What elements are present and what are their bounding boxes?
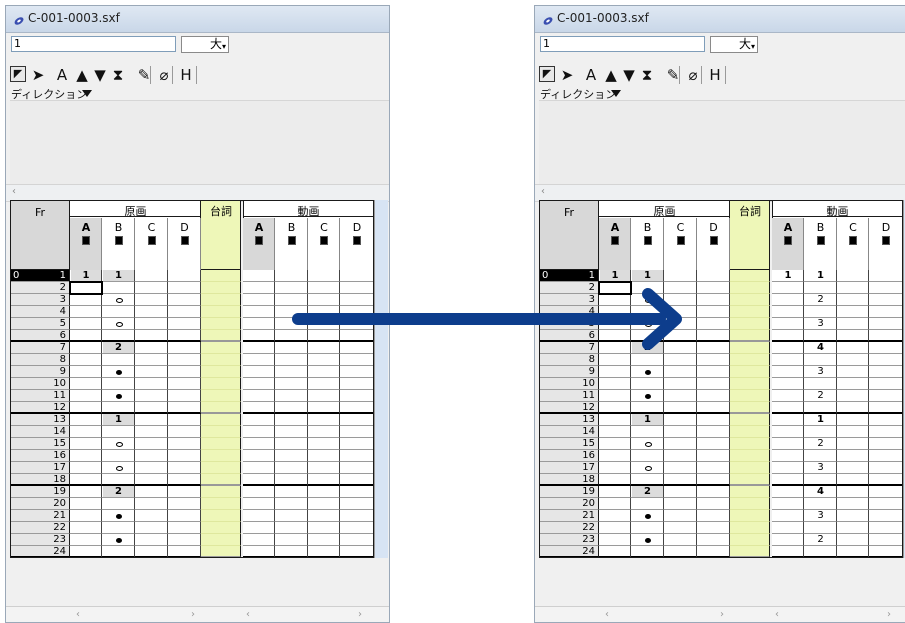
scroll-left-icon[interactable]: ‹ [605,609,609,620]
arrow-tool-icon[interactable]: ➤ [30,66,46,84]
grid-border [10,200,374,558]
scroll-left-icon[interactable]: ‹ [541,186,545,197]
window-title: C-001-0003.sxf [28,11,120,25]
document-icon [541,12,555,26]
hold-tool-icon[interactable]: H [178,66,194,84]
scroll-right-icon[interactable]: › [358,609,362,620]
eraser-icon[interactable]: ⌀ [156,66,172,84]
title-bar: C-001-0003.sxf [535,6,905,33]
down-tool-icon[interactable]: ▼ [92,66,108,84]
hold-tool-icon[interactable]: H [707,66,723,84]
toolbar-divider [725,66,726,84]
frame-number-input[interactable]: 1 [11,36,176,52]
size-dropdown[interactable]: 大 ▾ [181,36,229,53]
direction-toggle-icon[interactable] [82,90,92,97]
select-icon[interactable]: ◤ [10,66,26,82]
hourglass-tool-icon[interactable]: ⧗ [110,66,126,84]
direction-toggle-icon[interactable] [611,90,621,97]
sheet-horizontal-scrollbar[interactable]: ‹ › ‹ › [6,606,389,622]
toolbar-divider [701,66,702,84]
document-icon [12,12,26,26]
sheet-horizontal-scrollbar[interactable]: ‹ › ‹ › [535,606,905,622]
size-dropdown[interactable]: 大 ▾ [710,36,758,53]
pencil-icon[interactable]: ✎ [665,66,681,84]
direction-notes-area[interactable] [10,100,389,185]
scroll-right-icon[interactable]: › [720,609,724,620]
up-tool-icon[interactable]: ▲ [74,66,90,84]
chevron-down-icon: ▾ [221,42,226,51]
text-tool-icon[interactable]: A [54,66,70,84]
text-tool-icon[interactable]: A [583,66,599,84]
arrow-tool-icon[interactable]: ➤ [559,66,575,84]
chevron-down-icon: ▾ [750,42,755,51]
title-bar: C-001-0003.sxf [6,6,389,33]
scroll-left-icon[interactable]: ‹ [12,186,16,197]
grid-border [539,200,903,558]
scroll-left-icon[interactable]: ‹ [246,609,250,620]
timesheet-window-before: C-001-0003.sxf 1 大 ▾ ◤ ➤ A ▲ ▼ ⧗ ✎ ⌀ H ディレクション ‹ Fr 原画 台詞… [5,5,390,623]
eraser-icon[interactable]: ⌀ [685,66,701,84]
timesheet-window-after: C-001-0003.sxf 1 大 ▾ ◤ ➤ A ▲ ▼ ⧗ ✎ ⌀ H ディレクション ‹ Fr 原画 台詞… [534,5,905,623]
scroll-left-icon[interactable]: ‹ [76,609,80,620]
scroll-left-icon[interactable]: ‹ [775,609,779,620]
window-title: C-001-0003.sxf [557,11,649,25]
direction-notes-area[interactable] [539,100,905,185]
pencil-icon[interactable]: ✎ [136,66,152,84]
scroll-right-icon[interactable]: › [191,609,195,620]
frame-number-input[interactable]: 1 [540,36,705,52]
down-tool-icon[interactable]: ▼ [621,66,637,84]
toolbar-divider [172,66,173,84]
toolbar-divider [196,66,197,84]
select-icon[interactable]: ◤ [539,66,555,82]
scroll-right-icon[interactable]: › [887,609,891,620]
up-tool-icon[interactable]: ▲ [603,66,619,84]
hourglass-tool-icon[interactable]: ⧗ [639,66,655,84]
douga-scroll-strip[interactable] [374,200,388,558]
